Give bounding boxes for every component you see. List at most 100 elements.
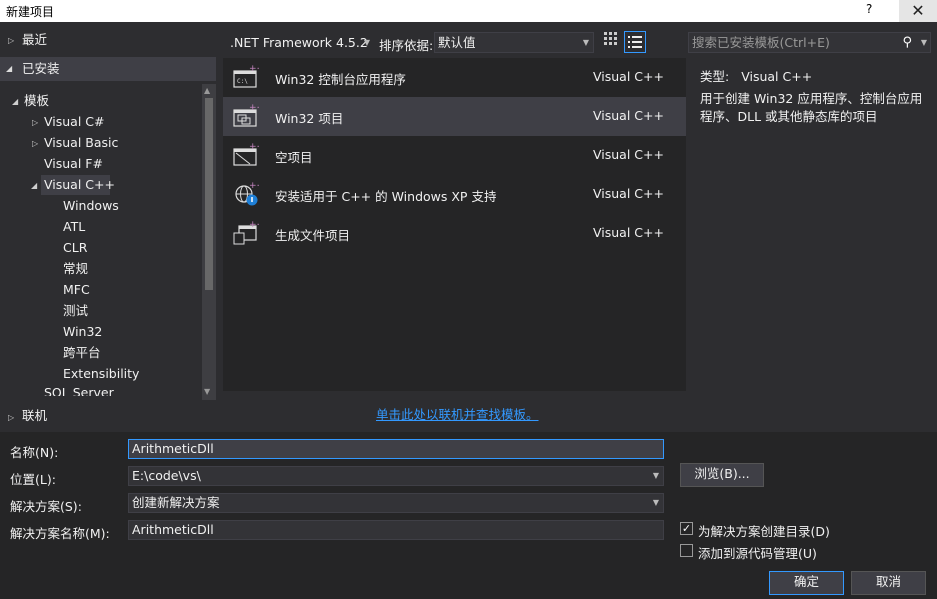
list-item[interactable]: ++ 生成文件项目 Visual C++ — [223, 214, 686, 253]
window-title: 新建项目 — [6, 5, 55, 19]
tree-item-win32[interactable]: Win32 — [63, 322, 102, 342]
chevron-down-icon[interactable]: ▼ — [921, 33, 927, 52]
solution-select[interactable]: 创建新解决方案 ▼ — [128, 493, 664, 513]
browse-button[interactable]: 浏览(B)... — [680, 463, 764, 487]
template-language: Visual C++ — [593, 108, 664, 123]
template-language: Visual C++ — [593, 186, 664, 201]
chevron-down-icon: ▼ — [582, 38, 589, 47]
win32-project-icon: ++ — [233, 103, 259, 127]
description-text: 用于创建 Win32 应用程序、控制台应用程序、DLL 或其他静态库的项目 — [700, 91, 923, 124]
template-list: C:\ ++ Win32 控制台应用程序 Visual C++ ++ Win32… — [223, 58, 686, 391]
project-form: 名称(N): ArithmeticDll 位置(L): E:\code\vs\ … — [0, 432, 937, 599]
chevron-down-icon: ▼ — [652, 498, 659, 507]
tree-item-sql-server[interactable]: SQL Server — [44, 384, 114, 396]
install-globe-icon: ++ — [235, 181, 259, 206]
tree-scrollbar[interactable]: ▲ ▼ — [202, 84, 216, 400]
location-value: E:\code\vs\ — [132, 468, 201, 483]
create-directory-checkbox[interactable]: ✓ — [680, 522, 693, 535]
makefile-project-icon: ++ — [233, 220, 259, 245]
svg-text:++: ++ — [249, 142, 259, 152]
framework-select[interactable]: .NET Framework 4.5.2 ▼ — [226, 32, 375, 53]
list-view-button[interactable] — [624, 31, 646, 53]
grid-view-icon — [604, 32, 617, 45]
solution-label: 解决方案(S): — [10, 499, 82, 514]
source-control-checkbox[interactable] — [680, 544, 693, 557]
tree-item-visual-fsharp[interactable]: Visual F# — [44, 154, 103, 174]
framework-value: .NET Framework 4.5.2 — [230, 35, 368, 50]
tree-item-installed[interactable]: ◢ 已安装 — [0, 57, 216, 81]
list-item[interactable]: ++ 空项目 Visual C++ — [223, 136, 686, 175]
list-item[interactable]: C:\ ++ Win32 控制台应用程序 Visual C++ — [223, 58, 686, 97]
location-field[interactable]: E:\code\vs\ ▼ — [128, 466, 664, 486]
close-button[interactable]: ✕ — [899, 0, 937, 22]
svg-text:++: ++ — [249, 181, 259, 191]
template-language: Visual C++ — [593, 69, 664, 84]
create-directory-label[interactable]: 为解决方案创建目录(D) — [698, 521, 830, 540]
console-app-icon: C:\ ++ — [233, 64, 259, 88]
tree-item-general[interactable]: 常规 — [63, 259, 88, 279]
search-icon[interactable]: ⚲ — [902, 33, 912, 52]
list-item[interactable]: ++ 安装适用于 C++ 的 Windows XP 支持 Visual C++ — [223, 175, 686, 214]
chevron-down-icon[interactable]: ▼ — [653, 467, 659, 485]
tree-item-visual-csharp[interactable]: Visual C# — [44, 112, 105, 132]
name-label: 名称(N): — [10, 445, 59, 460]
cancel-button[interactable]: 取消 — [851, 571, 926, 595]
tree-item-online[interactable]: 联机 — [22, 406, 47, 426]
help-button[interactable]: ? — [866, 2, 872, 16]
tree-item-extensibility[interactable]: Extensibility — [63, 364, 139, 384]
list-item-selected[interactable]: ++ Win32 项目 Visual C++ — [223, 97, 686, 136]
search-input[interactable]: 搜索已安装模板(Ctrl+E) ⚲ ▼ — [688, 32, 931, 53]
solution-value: 创建新解决方案 — [132, 495, 220, 510]
template-name: 安装适用于 C++ 的 Windows XP 支持 — [275, 189, 497, 204]
collapse-triangle-icon[interactable]: ◢ — [12, 97, 18, 106]
description-type-label: 类型: — [700, 69, 730, 84]
scroll-down-icon[interactable]: ▼ — [204, 387, 210, 396]
ok-button[interactable]: 确定 — [769, 571, 844, 595]
template-language: Visual C++ — [593, 147, 664, 162]
template-name: 生成文件项目 — [275, 228, 351, 243]
svg-text:C:\: C:\ — [237, 78, 248, 85]
collapse-triangle-icon: ◢ — [6, 64, 13, 73]
template-name: Win32 控制台应用程序 — [275, 72, 406, 87]
sort-value: 默认值 — [438, 35, 476, 50]
expand-triangle-icon[interactable]: ▷ — [8, 36, 14, 45]
chevron-down-icon: ▼ — [363, 38, 370, 47]
name-field[interactable]: ArithmeticDll — [128, 439, 664, 459]
location-label: 位置(L): — [10, 472, 56, 487]
description-type-value: Visual C++ — [741, 69, 813, 84]
source-control-label[interactable]: 添加到源代码管理(U) — [698, 543, 817, 562]
template-language: Visual C++ — [593, 225, 664, 240]
tree-item-clr[interactable]: CLR — [63, 238, 87, 258]
tree-item-installed-label: 已安装 — [22, 61, 60, 76]
tree-item-windows[interactable]: Windows — [63, 196, 119, 216]
sort-select[interactable]: 默认值 ▼ — [434, 32, 594, 53]
tree-item-mfc[interactable]: MFC — [63, 280, 90, 300]
template-name: 空项目 — [275, 150, 313, 165]
svg-text:++: ++ — [249, 103, 259, 113]
online-templates-link[interactable]: 单击此处以联机并查找模板。 — [376, 404, 539, 423]
expand-triangle-icon[interactable]: ▷ — [8, 413, 14, 422]
solution-name-label: 解决方案名称(M): — [10, 526, 110, 541]
tree-item-recent[interactable]: 最近 — [22, 30, 47, 50]
empty-project-icon: ++ — [233, 142, 259, 166]
list-view-icon — [628, 36, 642, 48]
tree-item-test[interactable]: 测试 — [63, 301, 88, 321]
template-name: Win32 项目 — [275, 111, 344, 126]
tree-item-templates[interactable]: 模板 — [24, 91, 49, 111]
expand-triangle-icon[interactable]: ▷ — [32, 118, 38, 127]
title-bar: 新建项目 ? ✕ — [0, 0, 937, 22]
collapse-triangle-icon[interactable]: ◢ — [31, 181, 37, 190]
tree-item-atl[interactable]: ATL — [63, 217, 85, 237]
scrollbar-thumb[interactable] — [205, 98, 213, 290]
expand-triangle-icon[interactable]: ▷ — [32, 139, 38, 148]
tree-item-visual-basic[interactable]: Visual Basic — [44, 133, 118, 153]
description-type: 类型: Visual C++ — [700, 66, 812, 85]
svg-text:++: ++ — [249, 64, 259, 74]
tree-item-visual-cpp[interactable]: Visual C++ — [44, 175, 115, 195]
tree-item-cross-platform[interactable]: 跨平台 — [63, 343, 101, 363]
search-placeholder: 搜索已安装模板(Ctrl+E) — [692, 35, 830, 50]
svg-text:++: ++ — [249, 220, 259, 230]
solution-name-field[interactable]: ArithmeticDll — [128, 520, 664, 540]
scroll-up-icon[interactable]: ▲ — [204, 86, 210, 95]
grid-view-button[interactable] — [600, 32, 622, 53]
